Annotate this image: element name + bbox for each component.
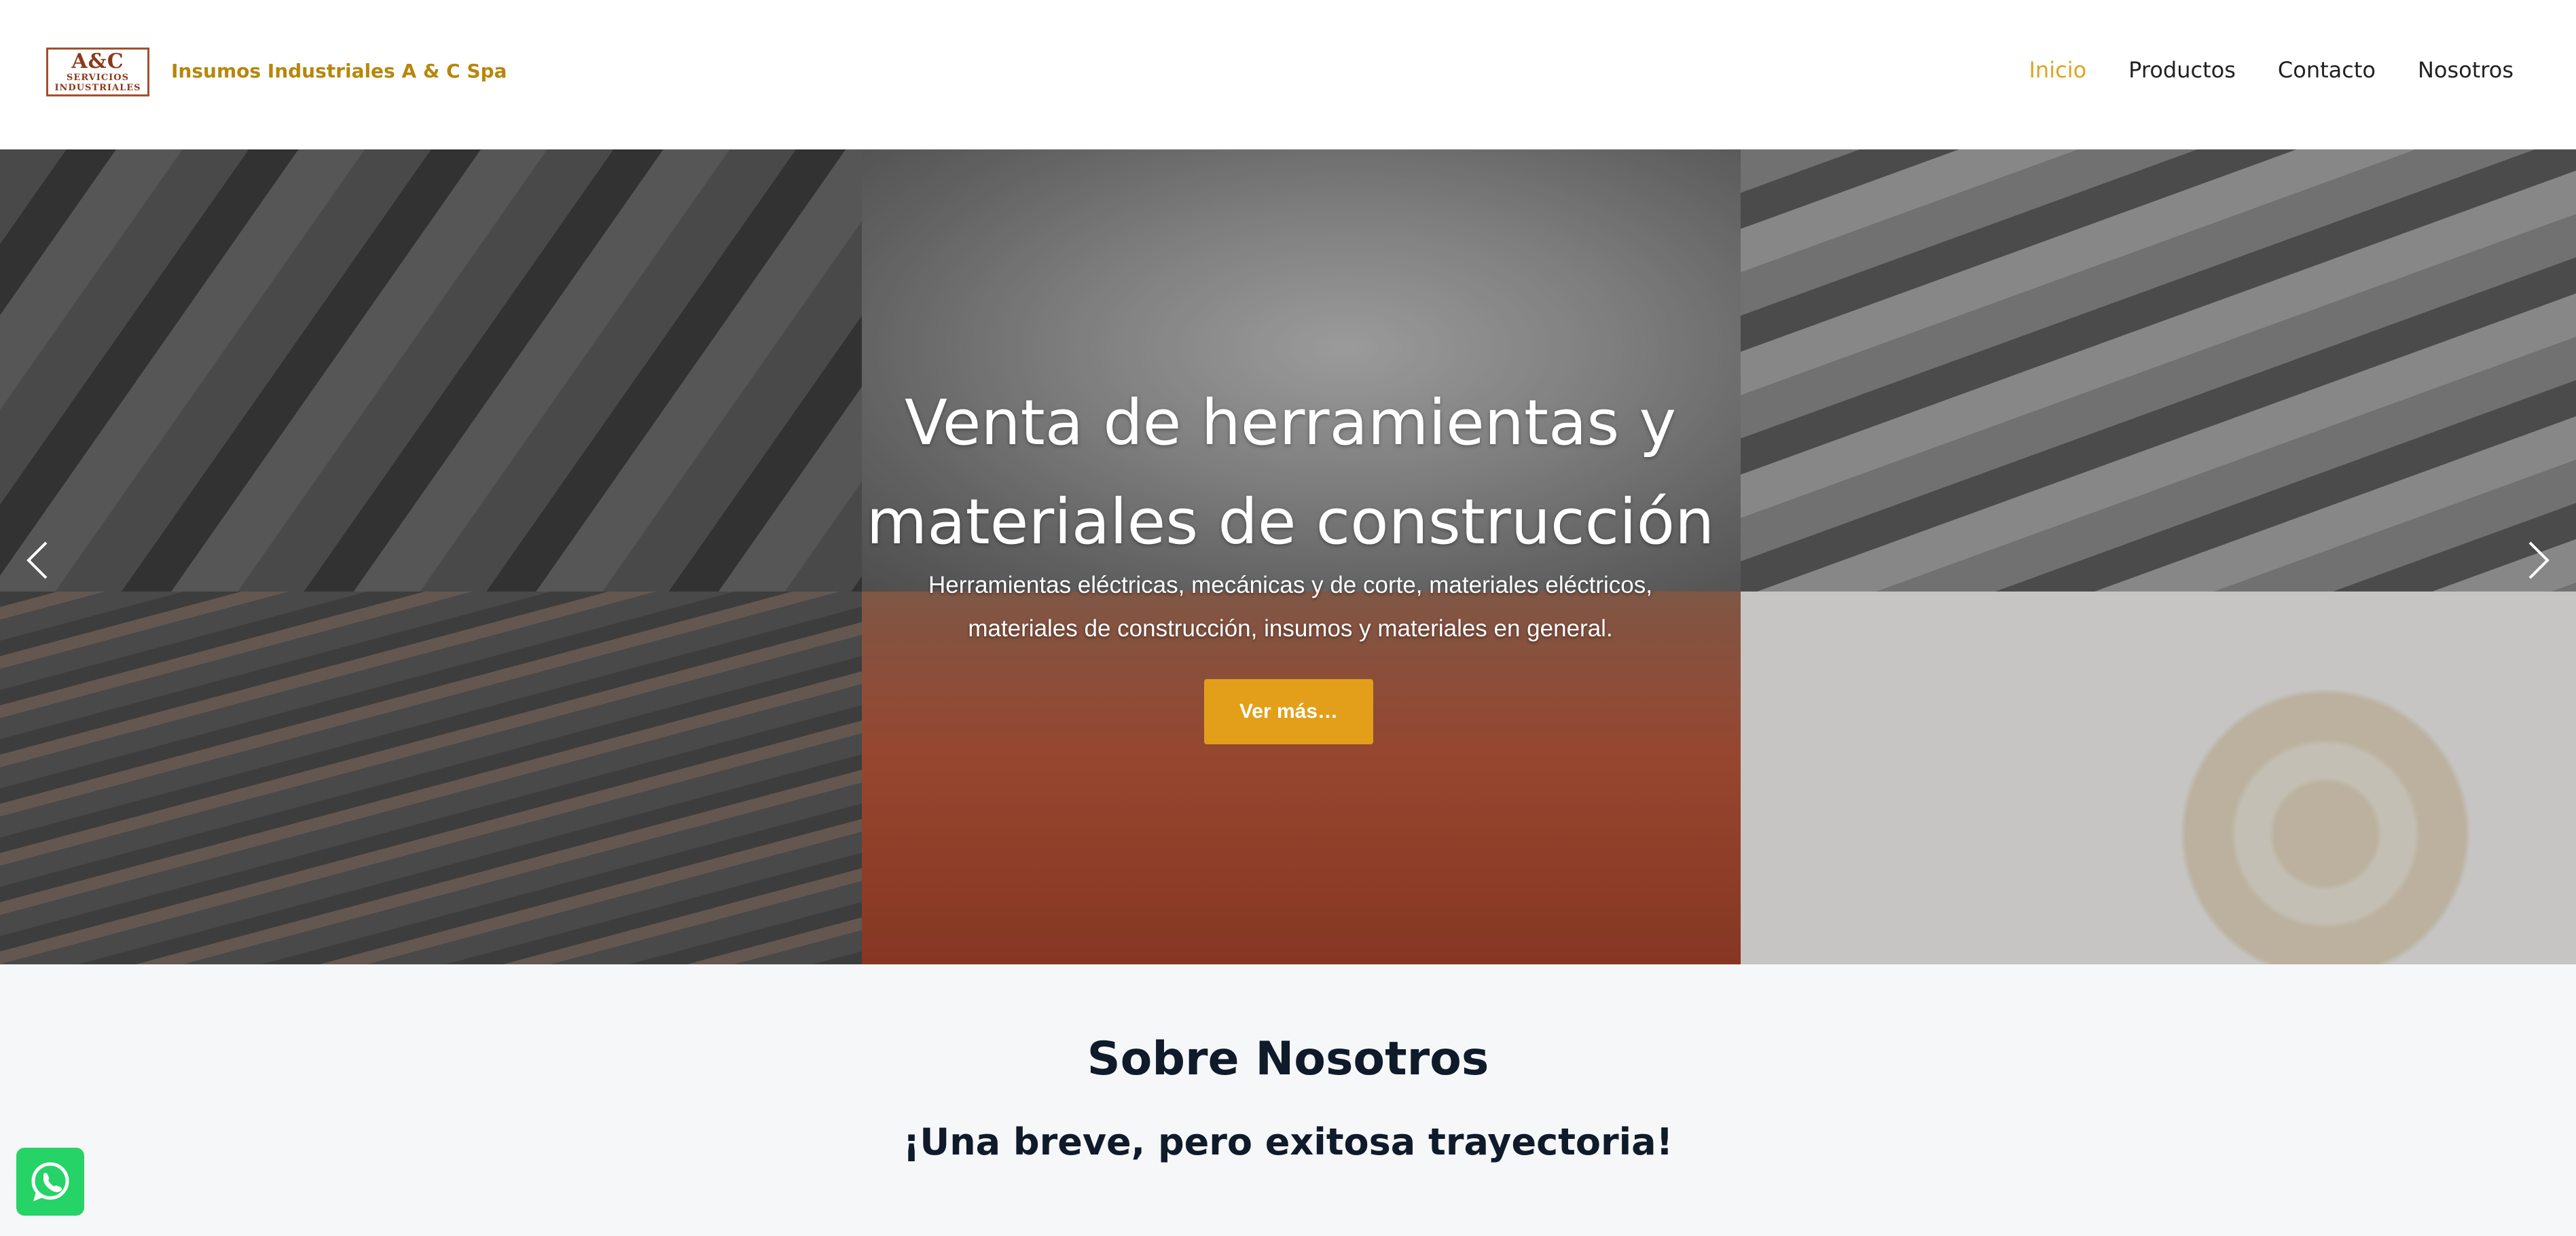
chevron-right-icon [2528, 541, 2550, 579]
slider-prev-button[interactable] [20, 533, 54, 587]
about-subtitle: ¡Una breve, pero exitosa trayectoria! [903, 1121, 1673, 1163]
nav-item-nosotros[interactable]: Nosotros [2418, 57, 2514, 83]
company-logo[interactable]: A&C SERVICIOS INDUSTRIALES [46, 48, 149, 96]
hero-title-line-2: materiales de construcción [866, 486, 1715, 558]
about-section: Sobre Nosotros ¡Una breve, pero exitosa … [0, 964, 2576, 1236]
whatsapp-button[interactable] [16, 1148, 84, 1216]
site-header: A&C SERVICIOS INDUSTRIALES Insumos Indus… [0, 0, 2576, 149]
hero-subtitle-line-2: materiales de construcción, insumos y ma… [968, 615, 1613, 642]
hero-title-line-1: Venta de herramientas y [904, 386, 1677, 459]
hero-subtitle: Herramientas eléctricas, mecánicas y de … [869, 564, 1711, 651]
nav-item-inicio[interactable]: Inicio [2029, 57, 2086, 83]
hero-slider: Venta de herramientas y materiales de co… [0, 149, 2576, 964]
nav-item-productos[interactable]: Productos [2128, 57, 2236, 83]
slider-next-button[interactable] [2522, 533, 2556, 587]
chevron-left-icon [26, 541, 48, 579]
main-nav: Inicio Productos Contacto Nosotros [2029, 57, 2514, 83]
nav-item-contacto[interactable]: Contacto [2278, 57, 2376, 83]
about-title: Sobre Nosotros [1087, 1032, 1489, 1086]
logo-line-1: A&C [71, 50, 124, 73]
logo-line-3: INDUSTRIALES [54, 83, 141, 93]
whatsapp-icon [31, 1162, 69, 1201]
hero-title: Venta de herramientas y materiales de co… [835, 374, 1745, 572]
logo-line-2: SERVICIOS [67, 73, 129, 83]
hero-subtitle-line-1: Herramientas eléctricas, mecánicas y de … [928, 572, 1652, 598]
ver-mas-button[interactable]: Ver más… [1204, 679, 1373, 744]
brand-name[interactable]: Insumos Industriales A & C Spa [171, 60, 507, 82]
